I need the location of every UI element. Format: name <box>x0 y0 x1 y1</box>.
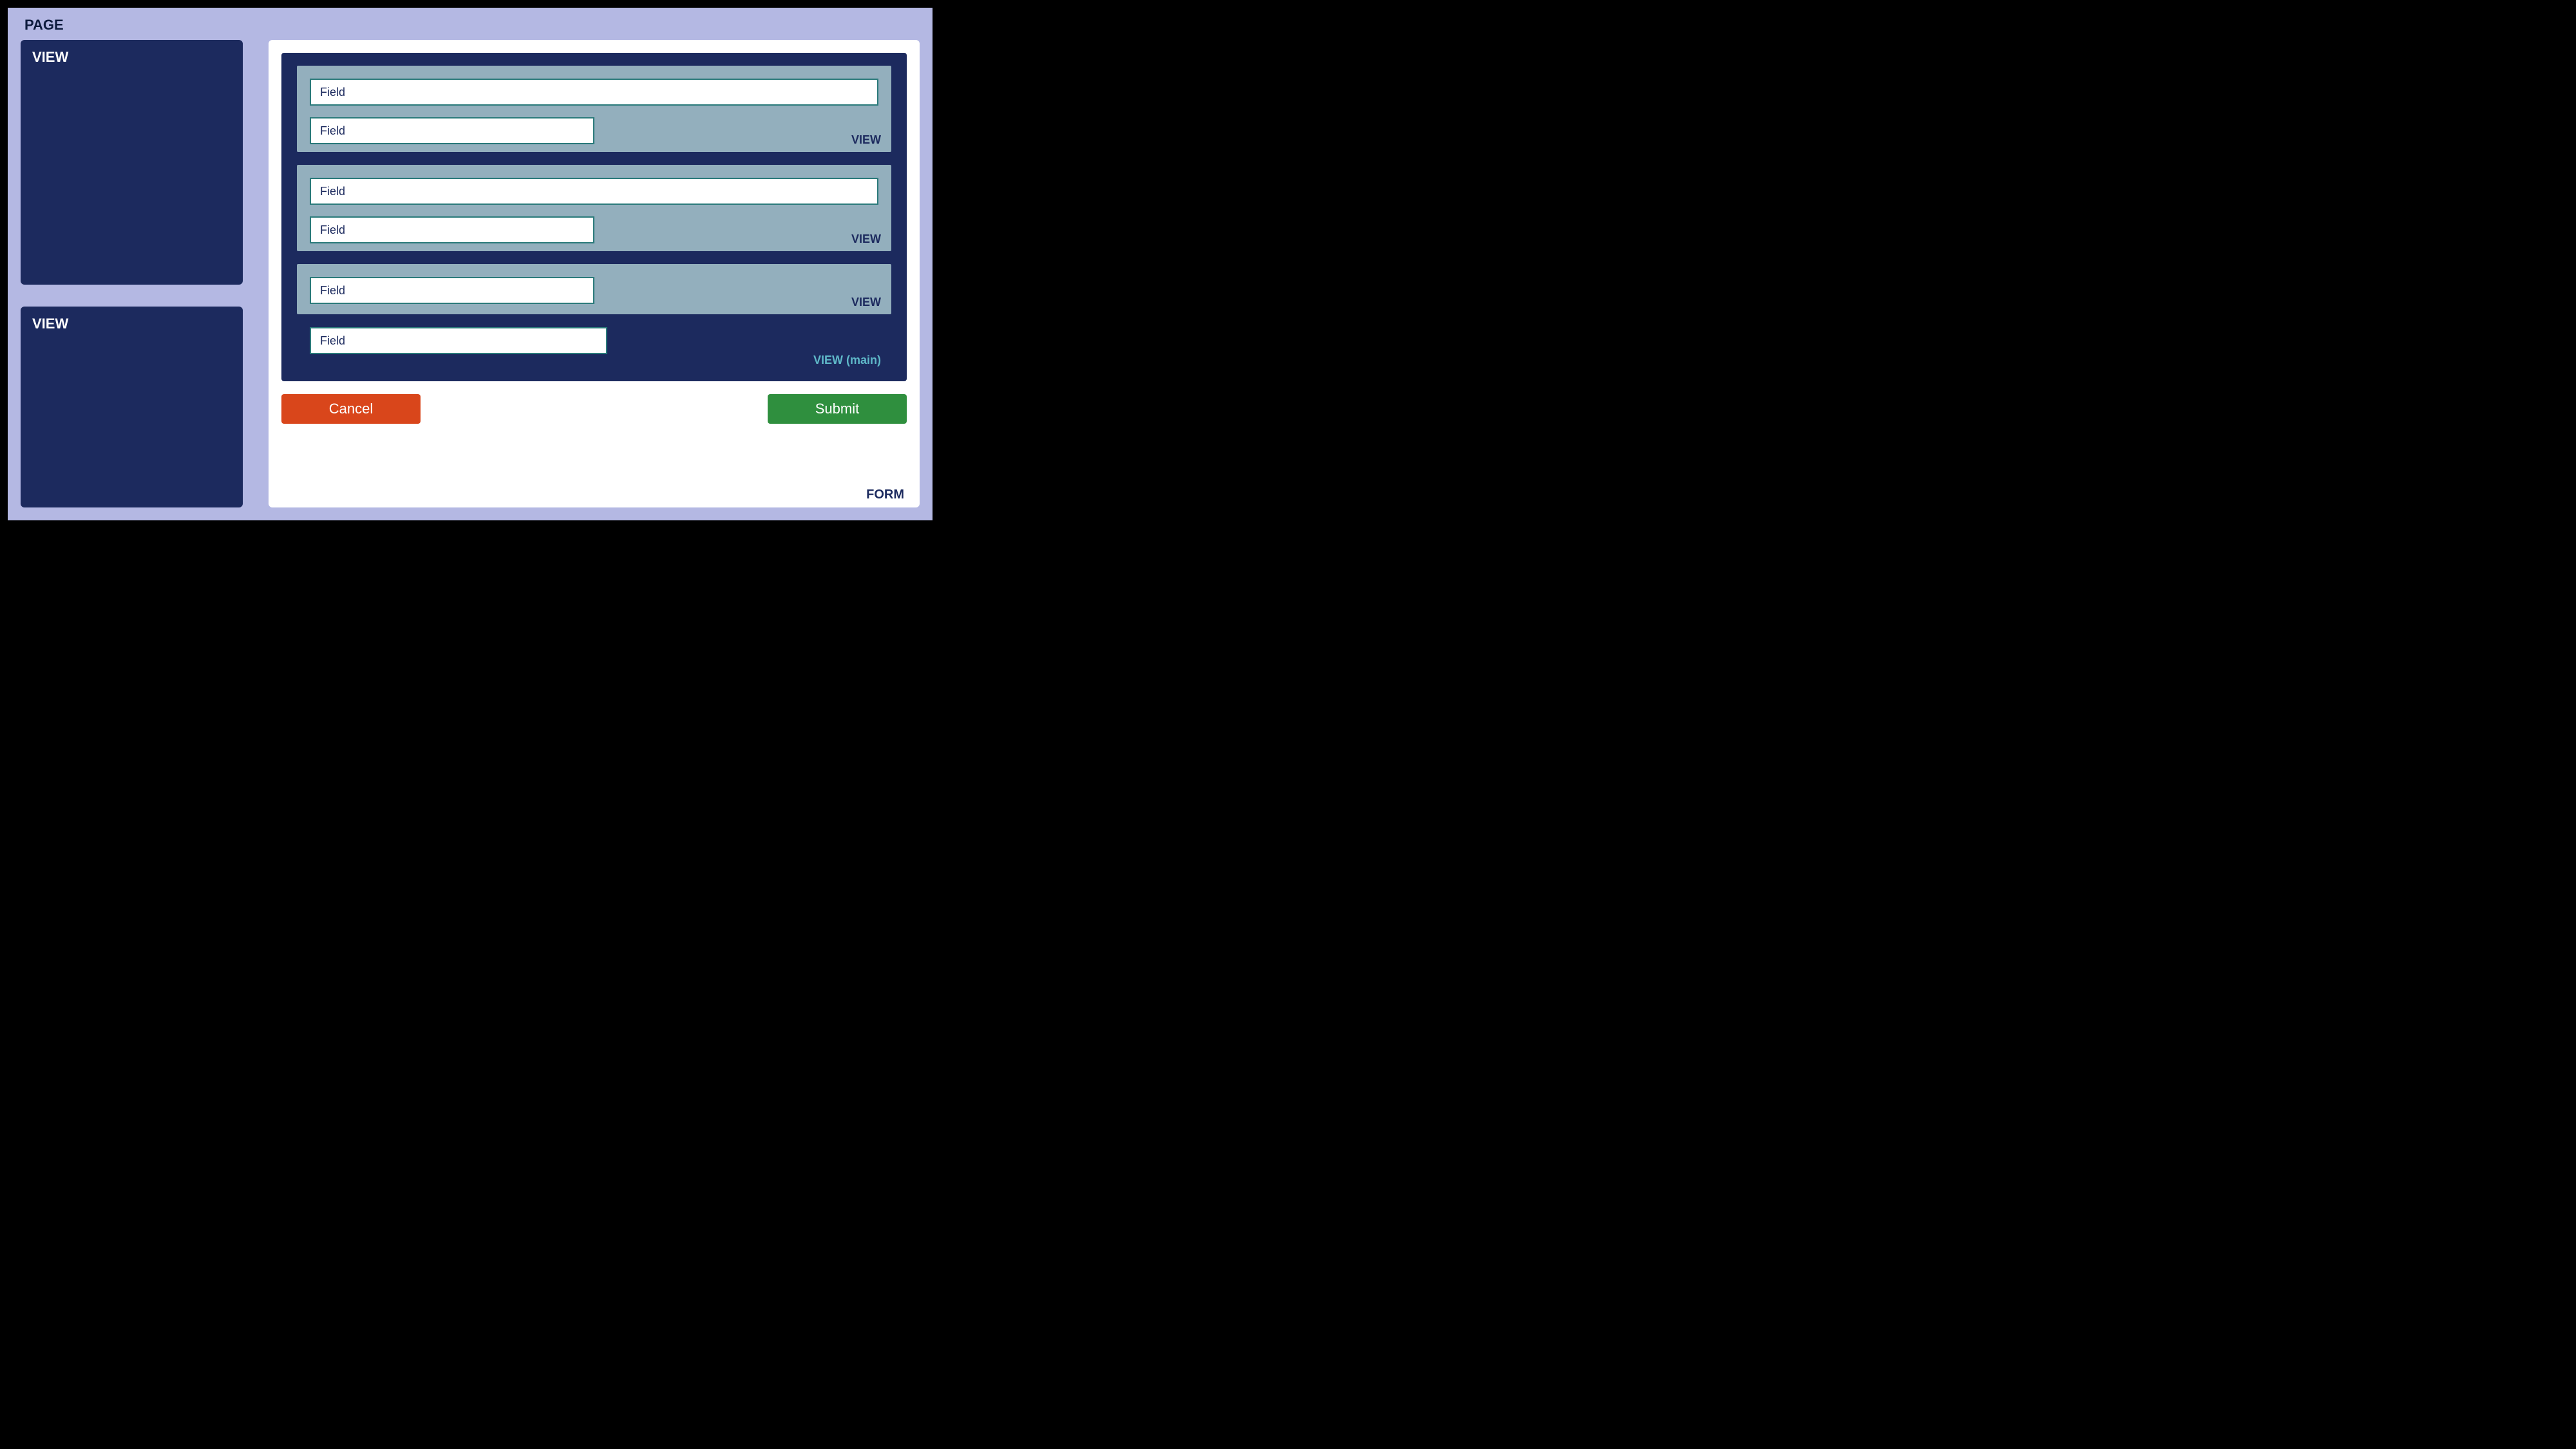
sub-view-1-label: VIEW <box>851 133 881 147</box>
field-input[interactable]: Field <box>310 79 878 106</box>
field-input[interactable]: Field <box>310 117 594 144</box>
form-card: Field Field VIEW Field Field VIEW Field … <box>269 40 920 507</box>
sidebar-view-2-label: VIEW <box>32 316 231 332</box>
sidebar: VIEW VIEW <box>21 40 243 507</box>
main-view: Field Field VIEW Field Field VIEW Field … <box>281 53 907 381</box>
page: PAGE VIEW VIEW Field Field VIEW <box>8 8 933 520</box>
sidebar-view-1-label: VIEW <box>32 49 231 66</box>
sub-view-3-label: VIEW <box>851 296 881 309</box>
sidebar-view-2: VIEW <box>21 307 243 507</box>
form-label: FORM <box>866 488 904 502</box>
columns: VIEW VIEW Field Field VIEW Field Field <box>21 40 920 507</box>
field-input[interactable]: Field <box>310 277 594 304</box>
sidebar-view-1: VIEW <box>21 40 243 285</box>
field-input[interactable]: Field <box>310 178 878 205</box>
field-input[interactable]: Field <box>310 327 607 354</box>
main-view-field-row: Field VIEW (main) <box>297 327 891 372</box>
field-input[interactable]: Field <box>310 216 594 243</box>
sub-view-2-label: VIEW <box>851 232 881 246</box>
form-buttons: Cancel Submit <box>281 394 907 424</box>
sub-view-3: Field VIEW <box>297 264 891 314</box>
submit-button[interactable]: Submit <box>768 394 907 424</box>
outer-frame: PAGE VIEW VIEW Field Field VIEW <box>0 0 940 528</box>
page-label: PAGE <box>24 17 920 33</box>
sub-view-1: Field Field VIEW <box>297 66 891 152</box>
sub-view-2: Field Field VIEW <box>297 165 891 251</box>
main-view-label: VIEW (main) <box>813 354 881 367</box>
cancel-button[interactable]: Cancel <box>281 394 421 424</box>
